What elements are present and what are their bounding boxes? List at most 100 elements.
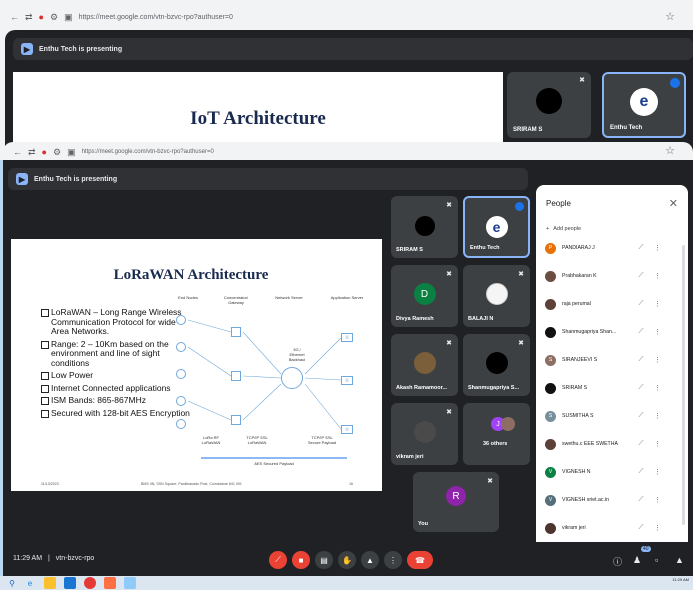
person-name: SRIRAM S [562,385,588,391]
store-icon[interactable] [64,577,76,589]
present-button[interactable]: ▲ [361,551,379,569]
participant-tile[interactable]: ✖ Akash Ramamoor... [391,334,458,396]
people-list-item[interactable]: Prabhakaran K ⟋ ⋮ [545,265,675,287]
add-people-label: Add people [553,226,582,232]
more-options-icon[interactable]: ⋮ [654,328,661,336]
background-tile-enthu[interactable]: e Enthu Tech [602,72,686,138]
add-person-icon: + [546,226,550,232]
search-icon[interactable]: ⚲ [6,577,18,589]
more-options-icon[interactable]: ⋮ [654,300,661,308]
back-arrow-icon[interactable]: ← [10,12,19,22]
people-list-item[interactable]: S SIRANJEEVI S ⟋ ⋮ [545,349,675,371]
more-options-icon[interactable]: ⋮ [654,524,661,532]
person-name: VIGNESH N [562,469,591,475]
more-options-icon[interactable]: ⋮ [654,272,661,280]
bookmark-star-icon[interactable]: ☆ [665,144,675,157]
people-list-item[interactable]: V VIGNESH N ⟋ ⋮ [545,461,675,483]
more-options-icon[interactable]: ⋮ [654,356,661,364]
background-tile-sriram[interactable]: ✖ SRIRAM S [507,72,591,138]
tune-icon[interactable]: ⇄ [25,12,33,23]
url[interactable]: https://meet.google.com/vtn-bzvc-rpo?aut… [82,149,214,155]
add-people-button[interactable]: + Add people [546,226,581,232]
info-icon[interactable]: ⓘ [613,555,622,568]
participant-tile[interactable]: ✖ BALAJI N [463,265,530,327]
people-list-item[interactable]: raja perumal ⟋ ⋮ [545,293,675,315]
participant-tile[interactable]: ✖ Shanmugapriya S... [463,334,530,396]
chrome-icon[interactable] [84,577,96,589]
screen-icon[interactable]: ▣ [64,12,73,23]
people-list-item[interactable]: vikram jeri ⟋ ⋮ [545,517,675,539]
chat-icon[interactable]: ▫ [655,555,658,565]
address-bar[interactable]: ← ⇄ ● ⚙ ▣ https://meet.google.com/vtn-bz… [3,143,693,161]
participant-tile[interactable]: D ✖ Divya Ramesh [391,265,458,327]
edge-icon[interactable]: e [24,577,36,589]
others-count: 36 others [483,441,508,447]
tile-name: SRIRAM S [396,247,423,253]
more-options-icon[interactable]: ⋮ [654,440,661,448]
mic-off-icon: ⟋ [638,440,644,447]
raise-hand-button[interactable]: ✋ [338,551,356,569]
people-list-item[interactable]: Shanmugapriya Shan... ⟋ ⋮ [545,321,675,343]
person-name: SUSMITHA S [562,413,594,419]
people-list-item[interactable]: swethu.c EEE SWETHA ⟋ ⋮ [545,433,675,455]
present-screen-icon: ▶ [21,43,33,55]
camera-icon[interactable]: ● [42,147,47,157]
extension-icon[interactable]: ⚙ [50,12,58,23]
windows-taskbar: ⚲ e 11:29 AM [0,576,693,590]
avatar: S [545,410,556,422]
activities-icon[interactable]: ▲ [675,555,684,565]
mic-off-icon: ⟋ [638,524,644,531]
slide-footer-address: BMS IIN, SSN Square, Panikkanadu Post, C… [141,482,242,486]
firefox-icon[interactable] [104,577,116,589]
window-thumbnail-icon[interactable] [124,577,136,589]
more-options-icon[interactable]: ⋮ [654,496,661,504]
meeting-code[interactable]: vtn-bzvc-rpo [56,555,95,562]
back-arrow-icon[interactable]: ← [13,147,22,157]
people-list-item[interactable]: V VIGNESH sriet.ac.in ⟋ ⋮ [545,489,675,511]
avatar [545,326,556,338]
mic-off-button[interactable]: ⟋ [269,551,287,569]
people-panel: People ✕ + Add people P PANDIARAJ J ⟋ ⋮ … [536,185,688,550]
extension-icon[interactable]: ⚙ [53,147,61,158]
people-list-item[interactable]: S SUSMITHA S ⟋ ⋮ [545,405,675,427]
separator: | [48,555,50,562]
background-url[interactable]: https://meet.google.com/vtn-bzvc-rpo?aut… [79,14,233,21]
avatar: V [545,466,556,478]
screen-icon[interactable]: ▣ [67,147,76,158]
participant-tile[interactable]: ✖ vikram jeri [391,403,458,465]
avatar [501,417,515,431]
mic-off-icon: ⟋ [275,555,281,564]
participant-tile[interactable]: e Enthu Tech [463,196,530,258]
people-list-item[interactable]: P PANDIARAJ J ⟋ ⋮ [545,237,675,259]
avatar: P [545,242,556,254]
more-options-icon[interactable]: ⋮ [654,468,661,476]
captions-button[interactable]: ▤ [315,551,333,569]
background-address-bar[interactable]: ← ⇄ ● ⚙ ▣ https://meet.google.com/vtn-bz… [0,8,693,26]
scrollbar[interactable] [682,245,685,525]
bookmark-star-icon[interactable]: ☆ [665,10,675,23]
more-options-icon[interactable]: ⋮ [654,244,661,252]
mic-off-icon: ✖ [487,478,493,485]
person-name: raja perumal [562,301,591,307]
more-options-icon[interactable]: ⋮ [654,384,661,392]
speaking-indicator-icon [670,78,680,88]
captions-icon: ▤ [320,555,328,565]
presenting-bar: ▶ Enthu Tech is presenting [8,168,528,190]
participant-tile[interactable]: ✖ SRIRAM S [391,196,458,258]
camera-off-button[interactable]: ■ [292,551,310,569]
camera-icon[interactable]: ● [39,12,44,22]
mic-off-icon: ⟋ [638,244,644,251]
tune-icon[interactable]: ⇄ [28,147,36,158]
self-tile[interactable]: R ✖ You [413,472,499,532]
more-vert-icon: ⋮ [389,555,397,565]
more-options-icon[interactable]: ⋮ [654,412,661,420]
people-title: People [546,199,571,208]
taskbar-clock[interactable]: 11:29 AM [672,577,689,582]
people-icon[interactable]: ♟ [633,555,641,566]
more-options-button[interactable]: ⋮ [384,551,402,569]
others-tile[interactable]: J 36 others [463,403,530,465]
people-list-item[interactable]: SRIRAM S ⟋ ⋮ [545,377,675,399]
close-icon[interactable]: ✕ [669,197,678,210]
file-explorer-icon[interactable] [44,577,56,589]
leave-call-button[interactable]: ☎ [407,551,433,569]
